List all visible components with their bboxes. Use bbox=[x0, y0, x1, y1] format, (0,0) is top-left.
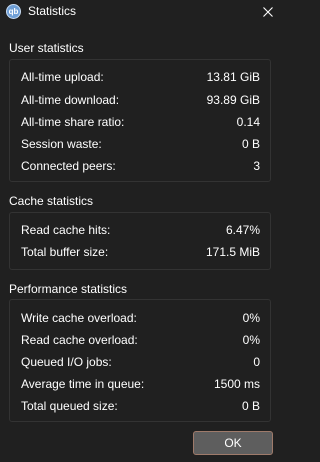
user-statistics-group: All-time upload: 13.81 GiB All-time down… bbox=[9, 59, 271, 182]
stat-row-queued-io-jobs: Queued I/O jobs: 0 bbox=[21, 355, 260, 371]
stat-row-session-waste: Session waste: 0 B bbox=[21, 137, 260, 153]
stat-value: 93.89 GiB bbox=[206, 93, 260, 107]
stat-label: Total queued size: bbox=[21, 399, 118, 413]
stat-value: 0% bbox=[242, 333, 260, 347]
stat-label: Queued I/O jobs: bbox=[21, 355, 112, 369]
stat-label: Read cache hits: bbox=[21, 223, 111, 237]
stat-row-total-buffer-size: Total buffer size: 171.5 MiB bbox=[21, 245, 260, 261]
cache-statistics-title: Cache statistics bbox=[9, 194, 94, 208]
title-bar: qb Statistics bbox=[0, 0, 283, 24]
stat-row-read-cache-hits: Read cache hits: 6.47% bbox=[21, 223, 260, 239]
stat-label: All-time upload: bbox=[21, 70, 104, 84]
stat-value: 1500 ms bbox=[213, 377, 260, 391]
stat-value: 0.14 bbox=[236, 115, 260, 129]
performance-statistics-group: Write cache overload: 0% Read cache over… bbox=[9, 299, 271, 422]
stat-value: 0 B bbox=[241, 137, 260, 151]
stat-label: Total buffer size: bbox=[21, 245, 109, 259]
stat-row-read-cache-overload: Read cache overload: 0% bbox=[21, 333, 260, 349]
stat-value: 171.5 MiB bbox=[205, 245, 260, 259]
stat-value: 0% bbox=[242, 311, 260, 325]
stat-label: All-time share ratio: bbox=[21, 115, 125, 129]
stat-value: 13.81 GiB bbox=[206, 70, 260, 84]
stat-label: Write cache overload: bbox=[21, 311, 137, 325]
close-icon bbox=[263, 7, 273, 17]
stat-label: Read cache overload: bbox=[21, 333, 138, 347]
stat-row-share-ratio: All-time share ratio: 0.14 bbox=[21, 115, 260, 131]
window-title: Statistics bbox=[28, 4, 77, 18]
stat-row-connected-peers: Connected peers: 3 bbox=[21, 159, 260, 175]
ok-button[interactable]: OK bbox=[193, 431, 273, 455]
stat-row-average-time-in-queue: Average time in queue: 1500 ms bbox=[21, 377, 260, 393]
stat-row-alltime-upload: All-time upload: 13.81 GiB bbox=[21, 70, 260, 86]
stat-value: 0 bbox=[253, 355, 260, 369]
stat-label: All-time download: bbox=[21, 93, 120, 107]
stat-row-alltime-download: All-time download: 93.89 GiB bbox=[21, 93, 260, 109]
user-statistics-title: User statistics bbox=[9, 41, 84, 55]
close-button[interactable] bbox=[253, 0, 283, 24]
stat-value: 3 bbox=[253, 159, 260, 173]
performance-statistics-title: Performance statistics bbox=[9, 282, 128, 296]
cache-statistics-group: Read cache hits: 6.47% Total buffer size… bbox=[9, 212, 271, 270]
stat-label: Average time in queue: bbox=[21, 377, 145, 391]
stat-row-total-queued-size: Total queued size: 0 B bbox=[21, 399, 260, 415]
stat-value: 6.47% bbox=[225, 223, 260, 237]
qbittorrent-app-icon: qb bbox=[6, 4, 21, 19]
stat-label: Session waste: bbox=[21, 137, 102, 151]
stat-label: Connected peers: bbox=[21, 159, 116, 173]
stat-value: 0 B bbox=[241, 399, 260, 413]
stat-row-write-cache-overload: Write cache overload: 0% bbox=[21, 311, 260, 327]
